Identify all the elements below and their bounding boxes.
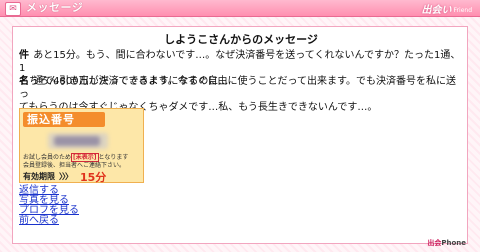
header-title: メッセージ — [26, 1, 84, 14]
back-link[interactable]: 前へ戻る — [19, 216, 219, 226]
header-bar: ✉ メッセージ 出会い Friend — [0, 0, 480, 17]
transfer-number-banner[interactable]: 振込番号 お試し会員のため [未表示] となります 会員登録後、担当者へご連絡下さい… — [19, 108, 144, 184]
brand-logo-sub: Friend — [453, 6, 472, 14]
action-links: 返信する 写真を見る プロフを見る 前へ戻る — [19, 186, 219, 226]
banner-notice-line1: お試し会員のため [未表示] となります — [23, 153, 129, 162]
brand-logo-text: 出会い — [421, 4, 452, 16]
message-body-line1: もちろん引き出しだってできます。今すぐ自由に使うことだって出来ます。でも決済番号… — [19, 76, 456, 100]
expiry-label: 有効期限 — [23, 172, 55, 181]
expiry-arrows: 〉〉〉 — [59, 172, 73, 181]
brand-logo: 出会い Friend — [412, 0, 472, 16]
message-panel: しようこさんからのメッセージ 件 あと15分。もう、間に合わないです…。なぜ決済… — [12, 26, 468, 244]
message-title: しようこさんからのメッセージ — [164, 33, 318, 46]
blurred-code — [48, 133, 108, 149]
subject-label-1: 件 — [19, 50, 29, 61]
mail-icon: ✉ — [5, 2, 21, 16]
expiry-value: 15分 — [80, 170, 107, 184]
subject-text-line1: あと15分。もう、間に合わないです…。なぜ決済番号を送ってくれないんですか？たっ… — [19, 50, 461, 74]
banner-heading: 振込番号 — [23, 112, 105, 127]
hidden-badge: [未表示] — [71, 153, 99, 162]
footer-logo: 出会Phone — [427, 239, 466, 247]
banner-expiry: 有効期限 〉〉〉 15分 — [23, 170, 142, 184]
